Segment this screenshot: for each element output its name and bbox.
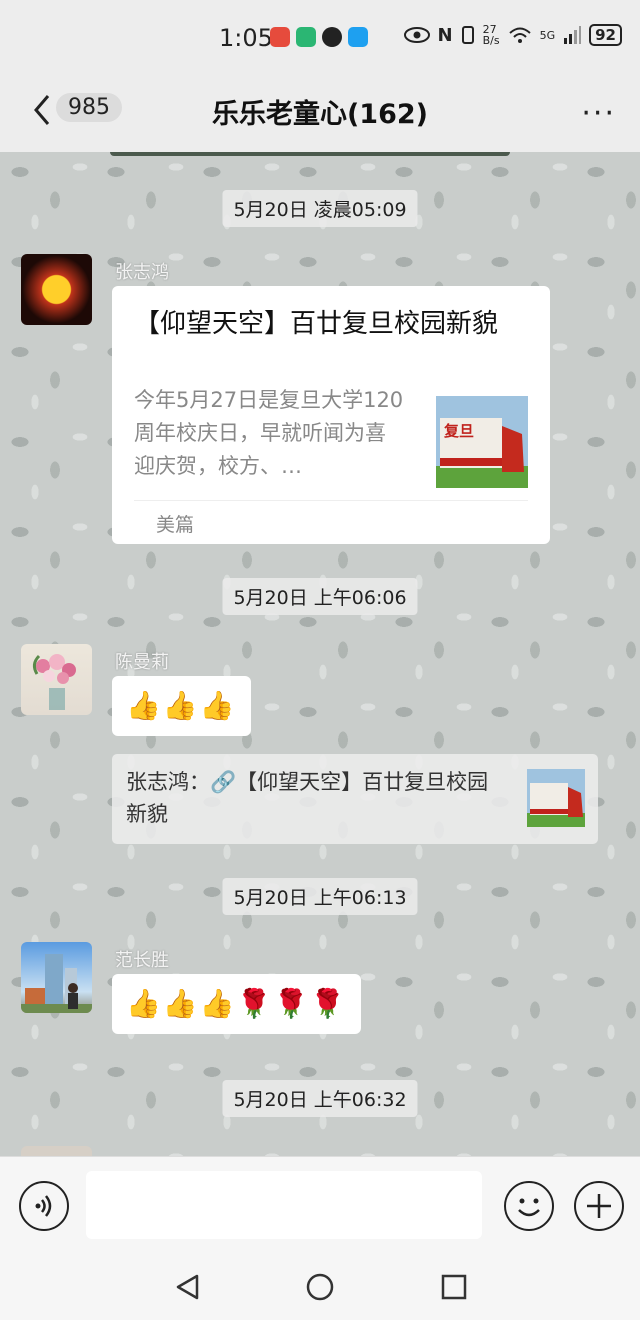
building-avatar-image (21, 954, 92, 1013)
campus-photo-thumbnail (527, 769, 585, 827)
nav-recents-icon[interactable] (441, 1274, 467, 1300)
quoted-message[interactable]: 张志鸿：🔗【仰望天空】百廿复旦校园新貌 (112, 754, 598, 844)
wifi-icon (508, 27, 531, 43)
system-navigation-bar (0, 1246, 640, 1320)
more-options-icon[interactable]: ··· (581, 96, 616, 131)
link-card-message[interactable]: 【仰望天空】百廿复旦校园新貌 今年5月27日是复旦大学120周年校庆日，早就听闻… (112, 286, 550, 544)
thumbs-up-icon: 👍 (126, 689, 161, 722)
net-speed: 27 B/s (482, 23, 500, 47)
nav-home-icon[interactable] (306, 1273, 334, 1301)
text-message[interactable]: 👍👍👍 (112, 676, 251, 736)
call-icon (270, 27, 290, 47)
nfc-icon: N (437, 24, 453, 46)
more-functions-button[interactable] (574, 1181, 624, 1231)
card-title: 【仰望天空】百廿复旦校园新貌 (134, 309, 499, 339)
sender-name: 范长胜 (115, 950, 169, 971)
timestamp-divider: 5月20日 上午06:32 (222, 1080, 418, 1117)
voice-icon (35, 1195, 52, 1217)
eye-icon (403, 27, 430, 43)
timestamp-divider: 5月20日 凌晨05:09 (222, 190, 418, 227)
svg-text:复旦: 复旦 (443, 422, 474, 440)
timestamp-divider: 5月20日 上午06:13 (222, 878, 418, 915)
quote-text: 张志鸿：🔗【仰望天空】百廿复旦校园新貌 (126, 770, 489, 826)
signal-icon (564, 26, 582, 44)
thumbs-up-icon: 👍 (162, 689, 198, 722)
avatar[interactable] (21, 1146, 92, 1156)
card-divider (134, 500, 528, 501)
signal-label: 5G (539, 28, 556, 42)
plus-icon (587, 1194, 611, 1218)
card-thumbnail: 复旦 (436, 396, 528, 488)
flowers-avatar-image (32, 654, 76, 710)
message-input[interactable] (86, 1171, 482, 1239)
smiley-icon (518, 1198, 540, 1217)
qq-icon (322, 27, 342, 47)
sender-name: 陈曼莉 (115, 652, 169, 673)
status-bar: 1:05 N 27 B/s 5G 92 (0, 0, 640, 78)
battery-icon: 92 (589, 24, 622, 46)
avatar[interactable] (21, 254, 92, 325)
nav-back-icon[interactable] (174, 1273, 200, 1301)
chat-title: 乐乐老童心(162) (211, 99, 429, 130)
message-list[interactable]: 5月20日 凌晨05:09 张志鸿 【仰望天空】百廿复旦校园新貌 今年5月27日… (0, 152, 640, 1156)
status-indicators: N 27 B/s 5G 92 (403, 23, 622, 47)
avatar[interactable] (21, 942, 92, 1013)
avatar[interactable] (21, 644, 92, 715)
card-source-label: 美篇 (156, 514, 195, 536)
status-time: 1:05 (219, 24, 273, 52)
input-bar (0, 1156, 640, 1247)
rose-icon: 🌹 (236, 987, 272, 1020)
sender-name: 张志鸿 (115, 262, 169, 283)
thumbs-up-icon: 👍 (162, 987, 198, 1020)
timestamp-divider: 5月20日 上午06:06 (222, 578, 418, 615)
timer-icon (296, 27, 316, 47)
thumbs-up-icon: 👍 (126, 987, 161, 1020)
voice-input-button[interactable] (19, 1181, 69, 1231)
chat-header: 985 乐乐老童心(162) ··· (0, 78, 640, 152)
previous-message-edge (110, 152, 510, 156)
thumbs-up-icon: 👍 (199, 689, 235, 722)
campus-photo-thumbnail: 复旦 (436, 396, 528, 488)
rose-icon: 🌹 (273, 987, 309, 1020)
notification-icons (270, 27, 368, 47)
quote-thumbnail (527, 769, 585, 827)
chat-app-icon (348, 27, 368, 47)
vibrate-icon (461, 26, 474, 44)
card-description: 今年5月27日是复旦大学120周年校庆日，早就听闻为喜迎庆贺，校方、… (134, 388, 404, 478)
thumbs-up-icon: 👍 (199, 987, 235, 1020)
emoji-button[interactable] (504, 1181, 554, 1231)
text-message[interactable]: 👍👍👍🌹🌹🌹 (112, 974, 362, 1034)
rose-icon: 🌹 (310, 987, 346, 1020)
